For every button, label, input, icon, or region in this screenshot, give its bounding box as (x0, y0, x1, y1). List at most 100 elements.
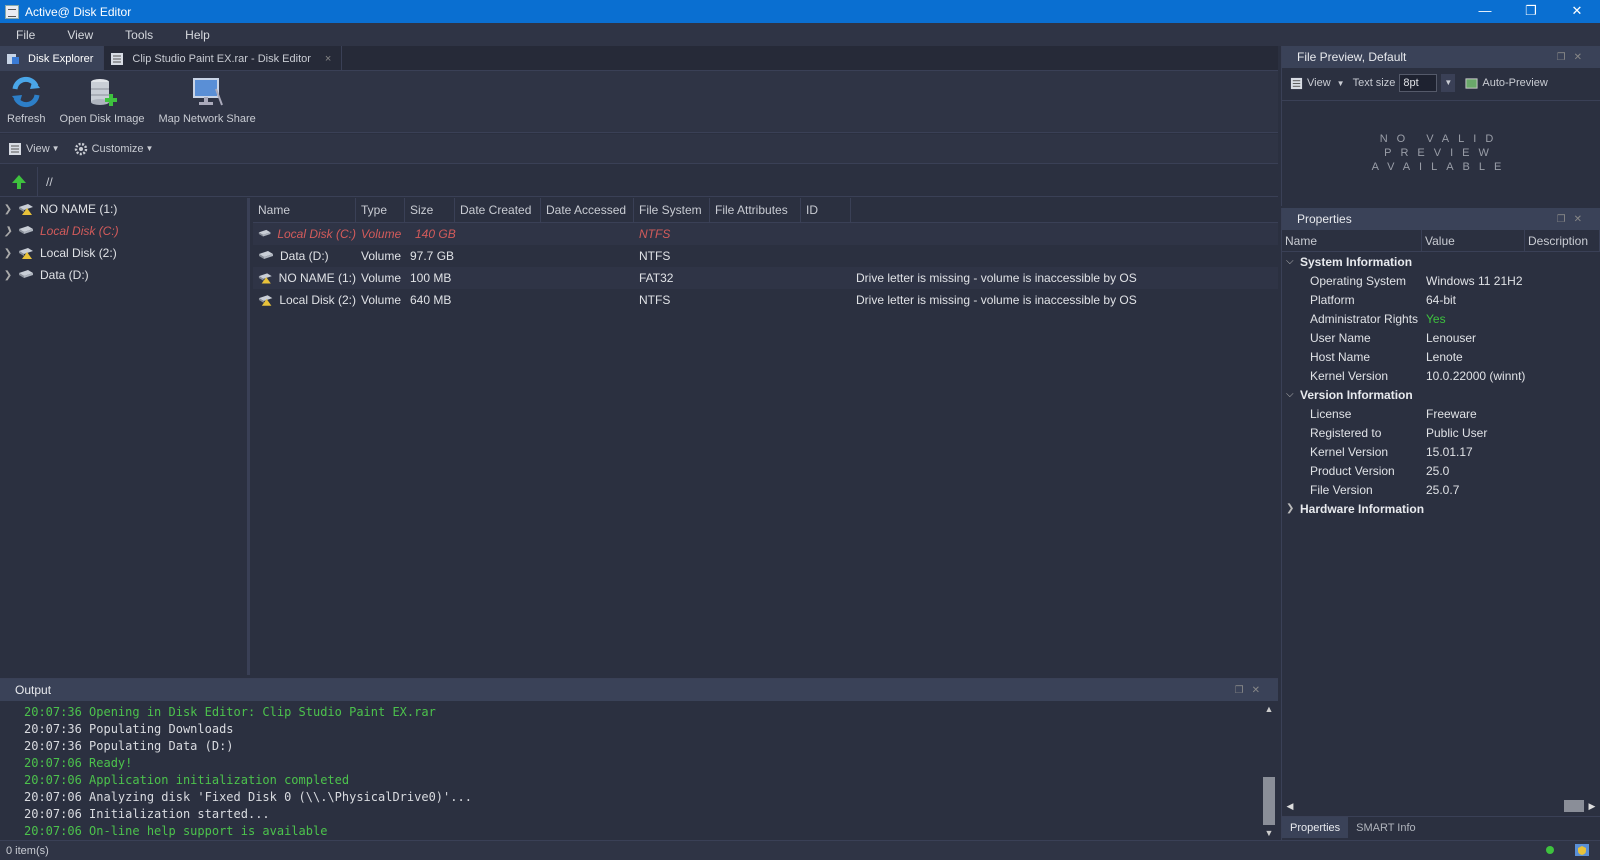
chevron-down-icon: ▼ (145, 144, 154, 153)
column-header-date-accessed[interactable]: Date Accessed (541, 198, 634, 222)
collapse-icon[interactable]: ⌵ (1286, 389, 1300, 400)
property-row[interactable]: Administrator Rights Yes (1282, 309, 1600, 328)
close-icon[interactable]: ✕ (1252, 685, 1268, 696)
no-preview-message: NO VALID PREVIEW AVAILABLE (1371, 132, 1511, 173)
column-header-size[interactable]: Size (405, 198, 455, 222)
tab-disk-explorer[interactable]: Disk Explorer (0, 46, 105, 71)
property-value: 64-bit (1426, 292, 1457, 307)
scroll-down-icon[interactable]: ▼ (1260, 825, 1278, 841)
column-header-type[interactable]: Type (356, 198, 405, 222)
column-header-date-created[interactable]: Date Created (455, 198, 541, 222)
menu-file[interactable]: File (0, 28, 51, 42)
property-row[interactable]: Registered to Public User (1282, 423, 1600, 442)
close-icon[interactable]: ✕ (1574, 214, 1590, 225)
property-row[interactable]: License Freeware (1282, 404, 1600, 423)
group-system-information[interactable]: ⌵ System Information (1282, 252, 1600, 271)
property-row[interactable]: Host Name Lenote (1282, 347, 1600, 366)
column-header-name[interactable]: Name (1282, 230, 1422, 251)
tab-label: Disk Explorer (28, 52, 94, 65)
tab-smart-info[interactable]: SMART Info (1348, 817, 1424, 838)
auto-preview-button[interactable]: Auto-Preview (1482, 77, 1547, 89)
scroll-thumb[interactable] (1564, 800, 1584, 812)
text-size-input[interactable]: 8pt (1399, 74, 1438, 92)
preview-view-button[interactable]: View (1307, 77, 1331, 89)
cell-file-system: FAT32 (639, 271, 674, 285)
scroll-left-icon[interactable]: ◀ (1282, 801, 1298, 812)
refresh-button[interactable]: Refresh (0, 71, 53, 125)
property-name: License (1310, 406, 1352, 421)
open-disk-image-button[interactable]: Open Disk Image (53, 71, 152, 125)
tree-item-local-disk-2[interactable]: ❯ Local Disk (2:) (0, 242, 247, 264)
close-button[interactable]: ✕ (1554, 0, 1600, 23)
float-icon[interactable]: ❐ (1557, 52, 1574, 63)
expand-icon[interactable]: ❯ (1286, 503, 1300, 514)
float-icon[interactable]: ❐ (1235, 685, 1252, 696)
property-row[interactable]: File Version 25.0.7 (1282, 480, 1600, 499)
view-label: View (26, 142, 50, 155)
restore-button[interactable]: ❐ (1508, 0, 1554, 23)
up-folder-button[interactable] (0, 166, 38, 197)
expand-icon[interactable]: ❯ (0, 226, 16, 237)
customize-label: Customize (91, 142, 144, 155)
column-header-file-system[interactable]: File System (634, 198, 710, 222)
disk-icon (19, 270, 33, 278)
tree-item-local-disk-c[interactable]: ❯ Local Disk (C:) (0, 220, 247, 242)
expand-icon[interactable]: ❯ (0, 204, 16, 215)
property-name: User Name (1310, 330, 1371, 345)
column-header-name[interactable]: Name (253, 198, 356, 222)
expand-icon[interactable]: ❯ (0, 248, 16, 259)
cell-file-system: NTFS (639, 293, 671, 307)
property-value: 25.0 (1426, 463, 1450, 478)
warning-disk-icon (19, 248, 33, 259)
tab-close-icon[interactable]: × (325, 53, 331, 65)
cell-name: Data (D:) (253, 249, 356, 263)
table-row[interactable]: Local Disk (C:) Volume 140 GB NTFS (253, 223, 1278, 245)
property-row[interactable]: Operating System Windows 11 21H2 (1282, 271, 1600, 290)
menu-help[interactable]: Help (169, 28, 226, 42)
scroll-track[interactable] (1263, 717, 1275, 825)
collapse-icon[interactable]: ⌵ (1286, 256, 1300, 267)
customize-dropdown[interactable]: Customize ▼ (74, 142, 154, 156)
column-header-file-attributes[interactable]: File Attributes (710, 198, 801, 222)
property-row[interactable]: Kernel Version 10.0.22000 (winnt) (1282, 366, 1600, 385)
ribbon-toolbar: Refresh Open Disk Image Map Network Shar… (0, 71, 1278, 133)
tree-item-no-name[interactable]: ❯ NO NAME (1:) (0, 198, 247, 220)
property-name: Host Name (1310, 349, 1371, 364)
auto-preview-icon (1465, 77, 1478, 89)
minimize-button[interactable]: — (1462, 0, 1508, 23)
table-row[interactable]: Local Disk (2:) Volume 640 MB NTFS Drive… (253, 289, 1278, 311)
warning-disk-icon (258, 273, 272, 284)
column-header-description[interactable]: Description (1525, 230, 1600, 251)
menu-bar: File View Tools Help (0, 23, 1600, 46)
output-scrollbar[interactable]: ▲ ▼ (1260, 701, 1278, 841)
scroll-track[interactable] (1298, 800, 1584, 812)
scroll-thumb[interactable] (1263, 777, 1275, 825)
property-row[interactable]: Kernel Version 15.01.17 (1282, 442, 1600, 461)
close-icon[interactable]: ✕ (1574, 52, 1590, 63)
scroll-up-icon[interactable]: ▲ (1260, 701, 1278, 717)
property-row[interactable]: User Name Lenouser (1282, 328, 1600, 347)
expand-icon[interactable]: ❯ (0, 270, 16, 281)
column-header-id[interactable]: ID (801, 198, 851, 222)
tab-disk-editor[interactable]: Clip Studio Paint EX.rar - Disk Editor × (104, 46, 343, 71)
tree-item-data-d[interactable]: ❯ Data (D:) (0, 264, 247, 286)
tab-properties[interactable]: Properties (1282, 817, 1349, 838)
map-network-share-label: Map Network Share (158, 113, 256, 125)
group-hardware-information[interactable]: ❯ Hardware Information (1282, 499, 1600, 518)
chevron-down-icon[interactable]: ▼ (1441, 74, 1456, 92)
preview-toolbar: View ▼ Text size 8pt ▼ Auto-Preview (1282, 68, 1600, 98)
properties-hscrollbar[interactable]: ◀ ▶ (1282, 798, 1600, 814)
menu-view[interactable]: View (51, 28, 109, 42)
view-dropdown[interactable]: View ▼ (8, 142, 60, 156)
property-row[interactable]: Product Version 25.0 (1282, 461, 1600, 480)
group-version-information[interactable]: ⌵ Version Information (1282, 385, 1600, 404)
column-header-value[interactable]: Value (1422, 230, 1525, 251)
menu-tools[interactable]: Tools (109, 28, 169, 42)
table-row[interactable]: NO NAME (1:) Volume 100 MB FAT32 Drive l… (253, 267, 1278, 289)
cell-size: 100 MB (410, 271, 452, 285)
scroll-right-icon[interactable]: ▶ (1584, 801, 1600, 812)
float-icon[interactable]: ❐ (1557, 214, 1574, 225)
table-row[interactable]: Data (D:) Volume 97.7 GB NTFS (253, 245, 1278, 267)
map-network-share-button[interactable]: Map Network Share (152, 71, 263, 125)
property-row[interactable]: Platform 64-bit (1282, 290, 1600, 309)
